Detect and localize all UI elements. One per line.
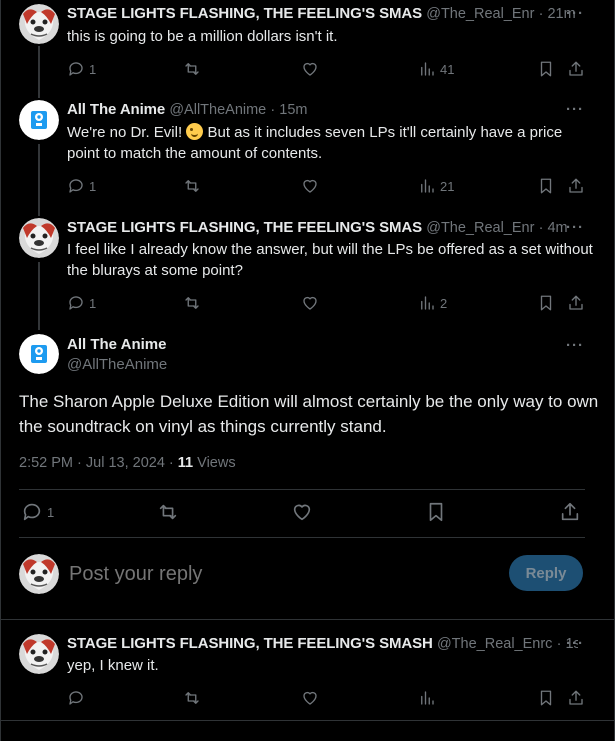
avatar[interactable] bbox=[19, 634, 59, 674]
reply-count: 1 bbox=[89, 295, 97, 311]
tweet-text: I feel like I already know the answer, b… bbox=[67, 241, 593, 279]
author-handle[interactable]: @The_Real_Enr bbox=[426, 220, 534, 236]
reply-tweet[interactable]: STAGE LIGHTS FLASHING, THE FEELING'S SMA… bbox=[1, 0, 614, 330]
repost-button[interactable] bbox=[157, 502, 179, 522]
bookmark-button[interactable] bbox=[537, 688, 555, 708]
like-button[interactable] bbox=[291, 502, 313, 522]
main-tweet-text: The Sharon Apple Deluxe Edition will alm… bbox=[19, 392, 599, 436]
avatar[interactable] bbox=[19, 218, 59, 258]
views-button[interactable]: 2 bbox=[418, 293, 447, 313]
author-name[interactable]: STAGE LIGHTS FLASHING, THE FEELING'S SMA… bbox=[67, 219, 422, 236]
reply-icon bbox=[69, 296, 83, 310]
divider bbox=[19, 537, 585, 538]
author-handle[interactable]: @AllTheAnime bbox=[67, 356, 167, 374]
avatar[interactable] bbox=[19, 554, 59, 594]
share-button[interactable] bbox=[567, 293, 585, 313]
author-name[interactable]: STAGE LIGHTS FLASHING, THE FEELING'S SMA… bbox=[67, 635, 433, 652]
heart-icon bbox=[303, 691, 317, 705]
tweet-text: yep, I knew it. bbox=[67, 657, 159, 674]
author-name[interactable]: All The Anime bbox=[67, 336, 166, 354]
views-count: 2 bbox=[440, 295, 448, 311]
bulldog-avatar-icon bbox=[19, 554, 59, 594]
more-options-button[interactable]: ··· bbox=[566, 634, 584, 654]
share-icon bbox=[569, 690, 583, 705]
repost-icon bbox=[185, 297, 199, 309]
bookmark-icon bbox=[540, 690, 552, 706]
bookmark-button[interactable] bbox=[425, 502, 447, 522]
reply-button[interactable]: 1 bbox=[21, 502, 54, 522]
tweet-header: STAGE LIGHTS FLASHING, THE FEELING'S SMA… bbox=[67, 634, 578, 654]
reply-icon bbox=[23, 503, 41, 521]
views-button[interactable] bbox=[418, 688, 436, 708]
more-options-button[interactable]: ··· bbox=[566, 336, 584, 356]
timestamp[interactable]: · 4m bbox=[539, 220, 568, 236]
views-count: 11 bbox=[177, 455, 194, 471]
share-icon bbox=[569, 295, 583, 310]
author-handle[interactable]: @The_Real_Enrc bbox=[437, 636, 552, 652]
reply-input[interactable] bbox=[69, 560, 489, 588]
bookmark-icon bbox=[540, 295, 552, 311]
share-icon bbox=[561, 502, 579, 521]
repost-icon bbox=[159, 504, 177, 520]
avatar[interactable] bbox=[19, 334, 59, 374]
repost-button[interactable] bbox=[183, 293, 201, 313]
heart-icon bbox=[293, 504, 311, 521]
bulldog-avatar-icon bbox=[19, 218, 59, 258]
heart-icon bbox=[303, 296, 317, 310]
tweet-header: STAGE LIGHTS FLASHING, THE FEELING'S SMA… bbox=[67, 218, 578, 238]
reply-button[interactable]: 1 bbox=[67, 293, 96, 313]
views-chart-icon bbox=[421, 296, 434, 310]
reply-submit-button[interactable]: Reply bbox=[509, 555, 583, 591]
divider bbox=[19, 489, 585, 490]
bookmark-button[interactable] bbox=[537, 293, 555, 313]
tweet-actions bbox=[67, 688, 589, 708]
post-timestamp[interactable]: 2:52 PM · Jul 13, 2024 bbox=[19, 455, 165, 471]
reply-tweet[interactable]: STAGE LIGHTS FLASHING, THE FEELING'S SMA… bbox=[1, 620, 614, 720]
alltheanime-logo-icon bbox=[19, 334, 59, 374]
bulldog-avatar-icon bbox=[19, 634, 59, 674]
like-button[interactable] bbox=[301, 293, 319, 313]
views-label: Views bbox=[193, 455, 236, 471]
views-chart-icon bbox=[421, 691, 434, 705]
bookmark-icon bbox=[429, 502, 443, 522]
repost-button[interactable] bbox=[183, 688, 201, 708]
conversation-thread: STAGE LIGHTS FLASHING, THE FEELING'S SMA… bbox=[0, 0, 615, 741]
share-button[interactable] bbox=[567, 688, 585, 708]
reply-icon bbox=[69, 691, 83, 705]
like-button[interactable] bbox=[301, 688, 319, 708]
more-options-button[interactable]: ··· bbox=[566, 218, 584, 238]
repost-icon bbox=[185, 692, 199, 704]
main-tweet-actions: 1 bbox=[19, 502, 585, 526]
reply-count: 1 bbox=[47, 504, 55, 520]
reply-button[interactable] bbox=[67, 688, 85, 708]
share-button[interactable] bbox=[559, 502, 581, 522]
section-divider bbox=[1, 720, 614, 721]
tweet-meta: 2:52 PM · Jul 13, 2024 · 11 Views bbox=[19, 454, 236, 472]
meta-separator: · bbox=[164, 455, 178, 471]
tweet-actions: 1 2 bbox=[67, 293, 589, 313]
